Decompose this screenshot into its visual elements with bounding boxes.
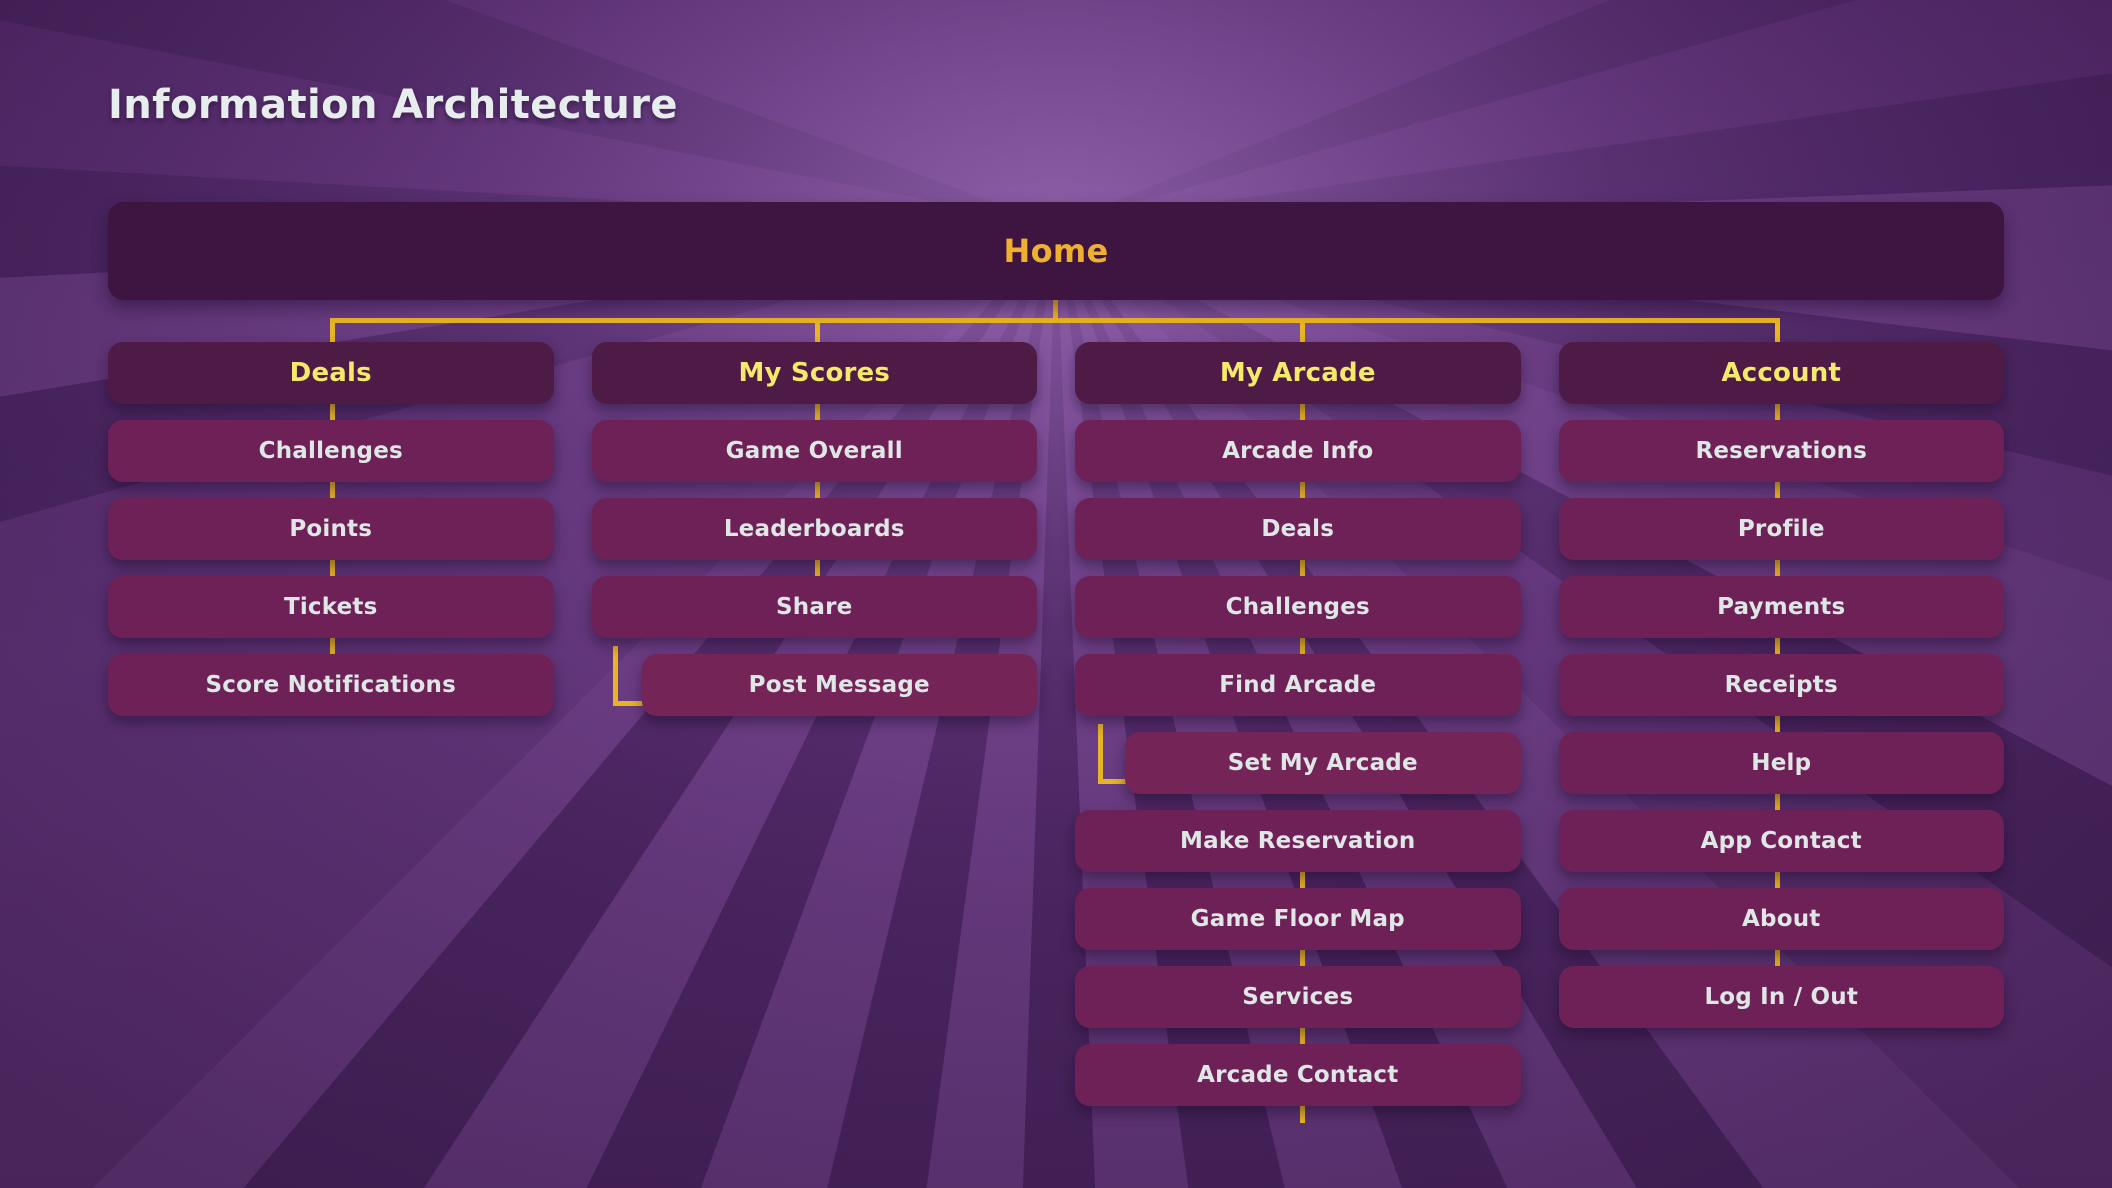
- column-container: Deals Challenges Points Tickets Score Notifi…: [108, 342, 2004, 1122]
- column-header-label: Deals: [289, 358, 372, 388]
- node-item[interactable]: Make Reservation: [1075, 810, 1521, 872]
- node-item[interactable]: Share: [591, 576, 1037, 638]
- column-header-node[interactable]: Deals: [108, 342, 554, 404]
- node-item-label: Score Notifications: [205, 672, 456, 698]
- node-item-label: Services: [1242, 984, 1354, 1010]
- node-item-label: Help: [1751, 750, 1812, 776]
- node-item-label: Set My Arcade: [1227, 750, 1418, 776]
- node-item-label: Game Overall: [725, 438, 903, 464]
- information-architecture-diagram: Information Architecture Home Deals Chall…: [0, 0, 2112, 1188]
- column-header-label: My Arcade: [1219, 358, 1376, 388]
- node-item[interactable]: Payments: [1558, 576, 2004, 638]
- node-item[interactable]: Find Arcade: [1075, 654, 1521, 716]
- column-header-node[interactable]: Account: [1558, 342, 2004, 404]
- node-item[interactable]: Receipts: [1558, 654, 2004, 716]
- node-item[interactable]: Challenges: [1075, 576, 1521, 638]
- node-item[interactable]: Arcade Contact: [1075, 1044, 1521, 1106]
- column-header-node[interactable]: My Arcade: [1075, 342, 1521, 404]
- column-account: Account Reservations Profile Payments Receip…: [1558, 342, 2004, 1044]
- node-item[interactable]: Game Overall: [591, 420, 1037, 482]
- node-item-label: Arcade Contact: [1197, 1062, 1399, 1088]
- node-item[interactable]: Leaderboards: [591, 498, 1037, 560]
- node-item-label: Make Reservation: [1180, 828, 1416, 854]
- node-item[interactable]: App Contact: [1558, 810, 2004, 872]
- column-header-label: Account: [1721, 358, 1842, 388]
- column-header-label: My Scores: [738, 358, 891, 388]
- node-item-label: Reservations: [1695, 438, 1868, 464]
- column-my-scores: My Scores Game Overall Leaderboards Share Po…: [591, 342, 1037, 732]
- node-item[interactable]: Reservations: [1558, 420, 2004, 482]
- node-item-label: Tickets: [283, 594, 378, 620]
- node-item-label: Arcade Info: [1222, 438, 1374, 464]
- node-item-label: Payments: [1717, 594, 1846, 620]
- column-deals: Deals Challenges Points Tickets Score Notifi…: [108, 342, 554, 732]
- column-my-arcade: My Arcade Arcade Info Deals Challenges Find …: [1075, 342, 1521, 1122]
- node-item[interactable]: Set My Arcade: [1125, 732, 1521, 794]
- node-item-label: Leaderboards: [723, 516, 905, 542]
- node-item[interactable]: About: [1558, 888, 2004, 950]
- node-item-label: Challenges: [1225, 594, 1370, 620]
- node-item-label: Find Arcade: [1219, 672, 1377, 698]
- node-item-label: Post Message: [748, 672, 930, 698]
- node-item[interactable]: Arcade Info: [1075, 420, 1521, 482]
- node-item-label: Share: [776, 594, 853, 620]
- root-node-label: Home: [1003, 232, 1109, 270]
- root-node-home[interactable]: Home: [108, 202, 2004, 300]
- node-item[interactable]: Profile: [1558, 498, 2004, 560]
- column-header-node[interactable]: My Scores: [591, 342, 1037, 404]
- node-item[interactable]: Services: [1075, 966, 1521, 1028]
- node-item-label: Receipts: [1724, 672, 1838, 698]
- node-item[interactable]: Tickets: [108, 576, 554, 638]
- node-item[interactable]: Game Floor Map: [1075, 888, 1521, 950]
- page-title: Information Architecture: [108, 82, 678, 128]
- node-item-label: App Contact: [1700, 828, 1862, 854]
- node-item-label: Deals: [1261, 516, 1335, 542]
- node-item[interactable]: Help: [1558, 732, 2004, 794]
- node-item[interactable]: Challenges: [108, 420, 554, 482]
- node-item-label: Challenges: [258, 438, 403, 464]
- node-item-label: Points: [289, 516, 373, 542]
- node-item[interactable]: Log In / Out: [1558, 966, 2004, 1028]
- node-item-label: About: [1742, 906, 1821, 932]
- node-item-label: Game Floor Map: [1190, 906, 1405, 932]
- node-item-label: Profile: [1737, 516, 1825, 542]
- node-item-label: Log In / Out: [1704, 984, 1859, 1010]
- node-item[interactable]: Points: [108, 498, 554, 560]
- node-item[interactable]: Deals: [1075, 498, 1521, 560]
- node-item[interactable]: Post Message: [641, 654, 1037, 716]
- node-item[interactable]: Score Notifications: [108, 654, 554, 716]
